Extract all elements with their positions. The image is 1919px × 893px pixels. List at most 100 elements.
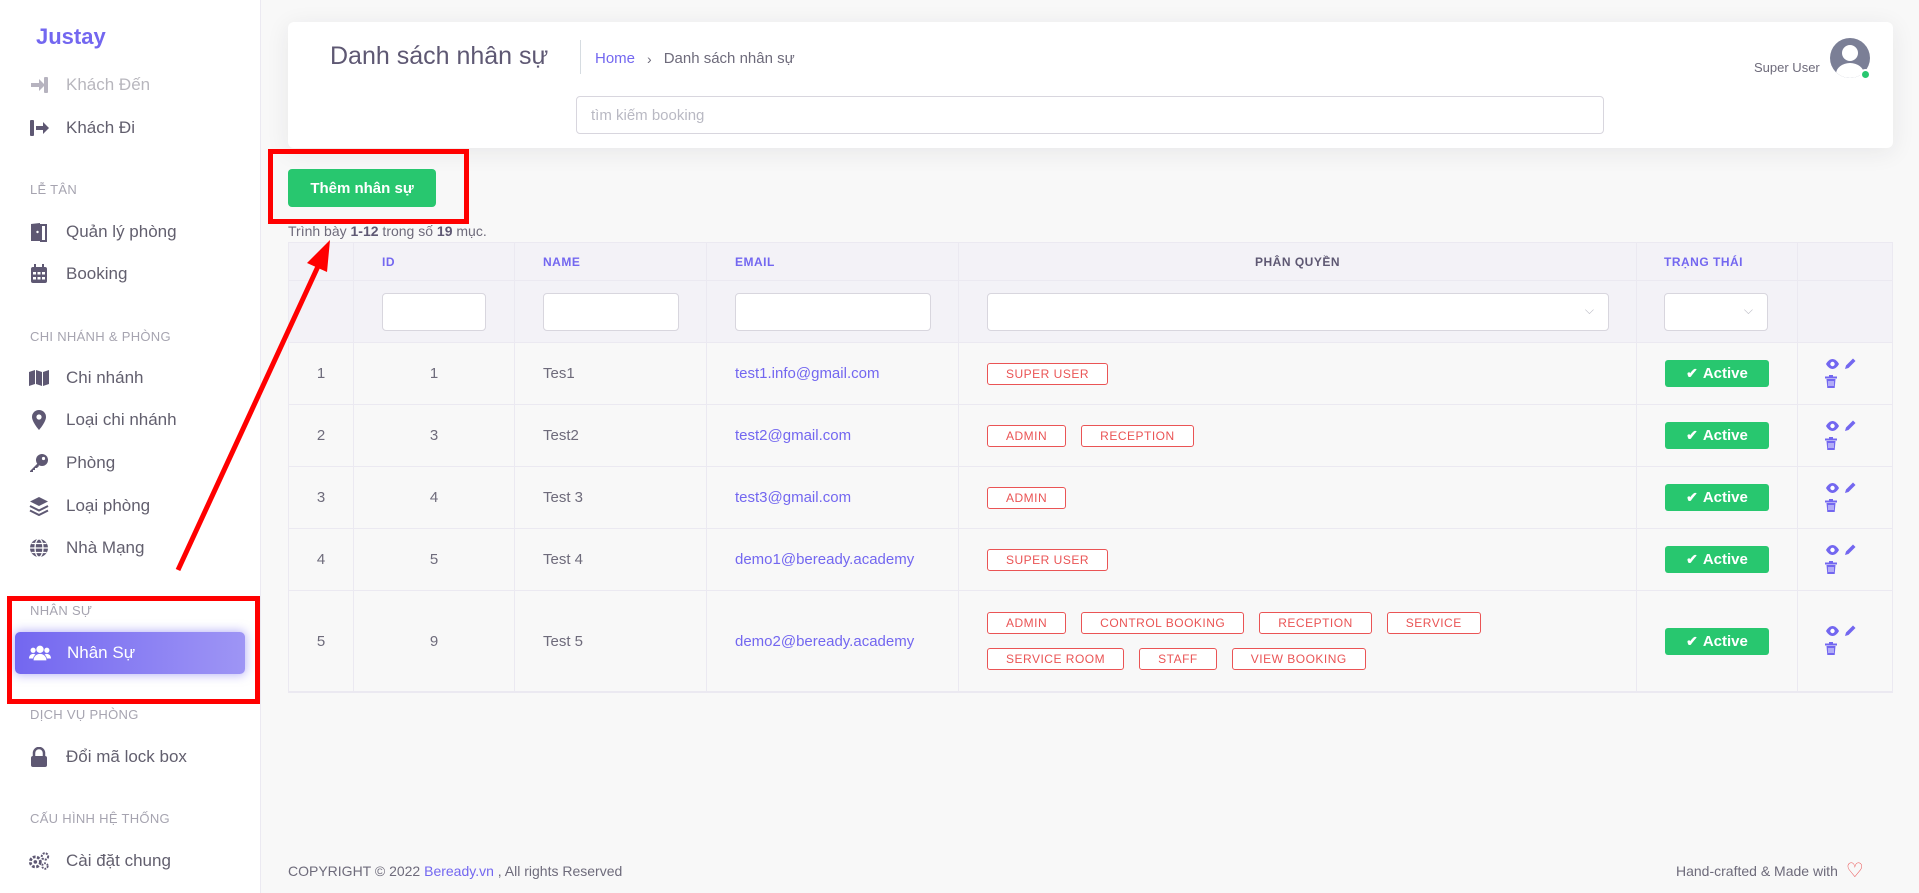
cell-status: ✔ Active — [1637, 467, 1798, 528]
cell-actions — [1798, 467, 1892, 528]
header-email[interactable]: EMAIL — [707, 243, 959, 280]
search-input[interactable] — [576, 96, 1604, 134]
sidebar-item-loai-chi-nhanh[interactable]: Loại chi nhánh — [28, 403, 248, 437]
delete-trash-icon[interactable] — [1825, 436, 1857, 453]
row-actions — [1798, 419, 1857, 453]
cell-actions — [1798, 591, 1892, 691]
edit-pencil-icon[interactable] — [1844, 419, 1857, 435]
filter-status-select[interactable]: ⌵ — [1664, 292, 1768, 331]
sidebar-item-nha-mang[interactable]: Nhà Mạng — [28, 531, 248, 565]
summary-mid: trong số — [378, 223, 437, 239]
status-active-button[interactable]: ✔ Active — [1665, 546, 1769, 573]
sidebar: Justay Khách Đến Khách Đi LỄ TÂN Quản lý… — [0, 0, 261, 893]
sidebar-item-label: Loại chi nhánh — [66, 410, 177, 429]
summary-range: 1-12 — [350, 223, 379, 239]
cell-actions — [1798, 529, 1892, 590]
sidebar-item-khach-den[interactable]: Khách Đến — [28, 68, 248, 102]
sidebar-item-phong[interactable]: Phòng — [28, 446, 248, 480]
cell-index: 3 — [289, 467, 354, 528]
section-dich-vu-phong: DỊCH VỤ PHÒNG — [30, 707, 139, 722]
role-badge: SERVICE — [1386, 612, 1481, 634]
cell-status: ✔ Active — [1637, 405, 1798, 466]
sidebar-item-label: Nhà Mạng — [66, 538, 145, 557]
email-link[interactable]: test1.info@gmail.com — [735, 365, 879, 382]
header-name[interactable]: NAME — [515, 243, 707, 280]
cell-roles: SUPER USER — [959, 343, 1637, 404]
sidebar-item-khach-di[interactable]: Khách Đi — [28, 111, 248, 145]
table-filter-row: ⌵ ⌵ — [289, 281, 1892, 343]
table-row: 4 5 Test 4 demo1@beready.academy SUPER USER ✔… — [289, 529, 1892, 591]
check-icon: ✔ — [1686, 489, 1698, 505]
brand-logo[interactable]: Justay — [36, 24, 106, 50]
view-eye-icon[interactable] — [1825, 624, 1840, 640]
sidebar-item-label: Chi nhánh — [66, 368, 144, 387]
map-icon — [28, 367, 50, 389]
sidebar-item-quan-ly-phong[interactable]: Quản lý phòng — [28, 215, 248, 249]
cell-name: Test 4 — [515, 529, 707, 590]
status-label: Active — [1702, 427, 1748, 444]
status-active-button[interactable]: ✔ Active — [1665, 627, 1769, 655]
role-badge: SUPER USER — [987, 362, 1109, 385]
row-actions-top — [1825, 543, 1857, 559]
cell-id: 3 — [354, 405, 515, 466]
view-eye-icon[interactable] — [1825, 481, 1840, 497]
role-badges: ADMIN — [987, 486, 1507, 509]
email-link[interactable]: demo1@beready.academy — [735, 551, 914, 568]
role-badge: STAFF — [1139, 648, 1217, 670]
filter-email-input[interactable] — [735, 292, 931, 331]
status-active-button[interactable]: ✔ Active — [1665, 360, 1769, 387]
header-roles: PHÂN QUYỀN — [959, 243, 1637, 280]
header-card: Danh sách nhân sự Home › Danh sách nhân … — [288, 22, 1893, 148]
header-actions — [1798, 243, 1892, 280]
view-eye-icon[interactable] — [1825, 543, 1840, 559]
sidebar-item-cai-dat-chung[interactable]: Cài đặt chung — [28, 844, 248, 878]
row-actions-top — [1825, 481, 1857, 497]
filter-status-cell: ⌵ — [1637, 281, 1798, 342]
footer-brand-link[interactable]: Beready.vn — [424, 863, 494, 879]
delete-trash-icon[interactable] — [1825, 560, 1857, 577]
sidebar-item-booking[interactable]: Booking — [28, 257, 248, 291]
role-badge: CONTROL BOOKING — [1081, 612, 1245, 634]
sidebar-item-label: Loại phòng — [66, 496, 151, 515]
filter-id-input[interactable] — [382, 292, 486, 331]
view-eye-icon[interactable] — [1825, 419, 1840, 435]
cell-index: 1 — [289, 343, 354, 404]
edit-pencil-icon[interactable] — [1844, 481, 1857, 497]
sidebar-item-doi-ma-lock-box[interactable]: Đổi mã lock box — [28, 740, 248, 774]
sidebar-item-label: Khách Đi — [66, 118, 135, 137]
delete-trash-icon[interactable] — [1825, 374, 1857, 391]
edit-pencil-icon[interactable] — [1844, 357, 1857, 373]
filter-name-input[interactable] — [543, 292, 679, 331]
filter-id-cell — [354, 281, 515, 342]
status-label: Active — [1702, 632, 1748, 650]
header-index — [289, 243, 354, 280]
header-status[interactable]: TRẠNG THÁI — [1637, 243, 1798, 280]
edit-pencil-icon[interactable] — [1844, 543, 1857, 559]
sign-in-icon — [28, 74, 50, 96]
email-link[interactable]: demo2@beready.academy — [735, 633, 914, 650]
email-link[interactable]: test3@gmail.com — [735, 489, 851, 506]
filter-roles-select[interactable]: ⌵ — [987, 292, 1609, 331]
annotation-box-nhan-su — [7, 596, 260, 704]
footer-made-with: Hand-crafted & Made with ♡ — [1676, 858, 1864, 883]
sidebar-item-label: Cài đặt chung — [66, 851, 171, 870]
delete-trash-icon[interactable] — [1825, 498, 1857, 515]
view-eye-icon[interactable] — [1825, 357, 1840, 373]
status-active-button[interactable]: ✔ Active — [1665, 422, 1769, 449]
user-name[interactable]: Super User — [1754, 60, 1820, 75]
status-active-button[interactable]: ✔ Active — [1665, 484, 1769, 511]
breadcrumb-home-link[interactable]: Home — [595, 50, 635, 67]
globe-icon — [28, 537, 50, 559]
sidebar-item-chi-nhanh[interactable]: Chi nhánh — [28, 361, 248, 395]
header-id[interactable]: ID — [354, 243, 515, 280]
door-icon — [28, 221, 50, 243]
cogs-icon — [28, 850, 50, 872]
sidebar-item-loai-phong[interactable]: Loại phòng — [28, 489, 248, 523]
edit-pencil-icon[interactable] — [1844, 624, 1857, 640]
heart-icon: ♡ — [1845, 860, 1864, 882]
email-link[interactable]: test2@gmail.com — [735, 427, 851, 444]
breadcrumb-current: Danh sách nhân sự — [663, 50, 795, 67]
cell-index: 4 — [289, 529, 354, 590]
sidebar-item-label: Booking — [66, 264, 128, 283]
delete-trash-icon[interactable] — [1825, 642, 1857, 658]
